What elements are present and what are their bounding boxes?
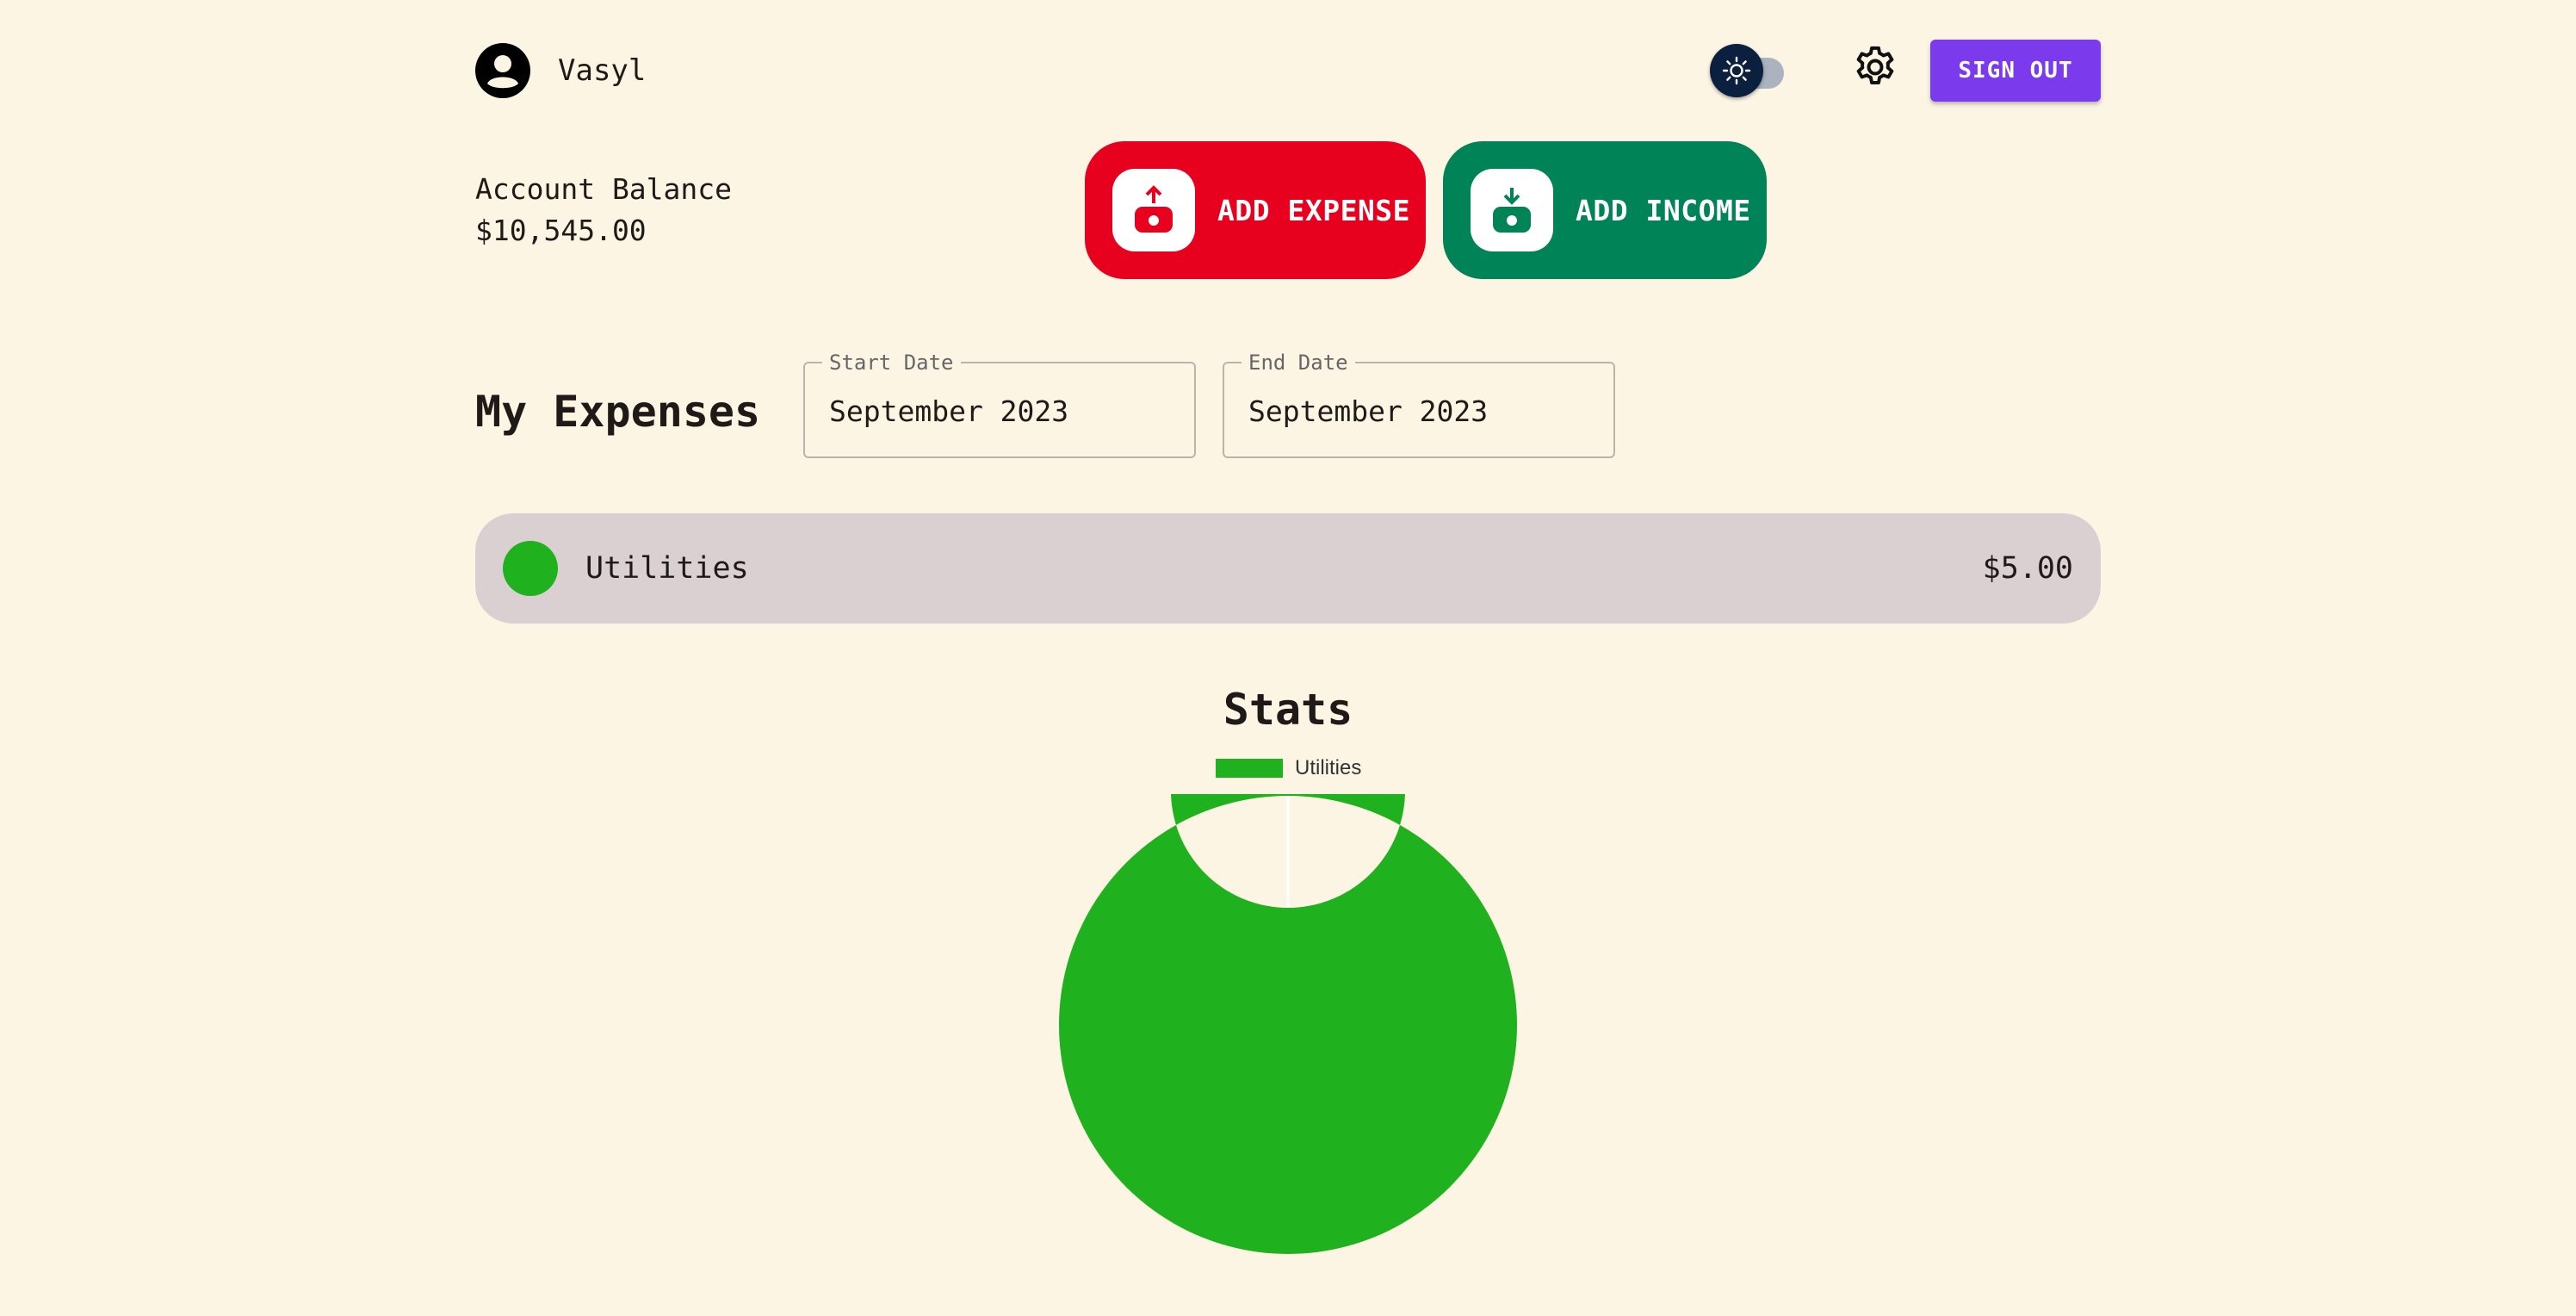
end-date-picker[interactable]: End Date September 2023 bbox=[1223, 350, 1615, 458]
start-date-label: Start Date bbox=[822, 350, 961, 376]
user-name: Vasyl bbox=[558, 53, 647, 88]
balance-label: Account Balance bbox=[475, 172, 733, 206]
expense-amount: $5.00 bbox=[1982, 551, 2073, 586]
end-date-value: September 2023 bbox=[1248, 394, 1489, 428]
toggle-knob bbox=[1710, 44, 1763, 97]
expense-list-item[interactable]: Utilities $5.00 bbox=[475, 513, 2101, 624]
user-avatar-icon bbox=[475, 43, 530, 98]
category-color-dot bbox=[503, 541, 558, 596]
chart-legend-item[interactable]: Utilities bbox=[1216, 756, 1361, 780]
start-date-value: September 2023 bbox=[829, 394, 1069, 428]
expenses-title: My Expenses bbox=[475, 387, 761, 437]
end-date-label: End Date bbox=[1242, 350, 1355, 376]
legend-swatch bbox=[1216, 759, 1283, 778]
legend-label: Utilities bbox=[1295, 756, 1362, 779]
expense-upload-icon bbox=[1112, 169, 1195, 251]
settings-gear-icon[interactable] bbox=[1851, 43, 1899, 91]
expense-category-name: Utilities bbox=[585, 551, 749, 586]
add-expense-button[interactable]: ADD EXPENSE bbox=[1085, 141, 1426, 279]
donut-chart bbox=[1059, 794, 1517, 1254]
income-download-icon bbox=[1471, 169, 1553, 251]
balance-value: $10,545.00 bbox=[475, 214, 647, 247]
sun-icon bbox=[1722, 56, 1751, 85]
stats-title: Stats bbox=[1223, 685, 1353, 735]
add-expense-label: ADD EXPENSE bbox=[1217, 193, 1411, 227]
add-income-label: ADD INCOME bbox=[1576, 193, 1751, 227]
start-date-picker[interactable]: Start Date September 2023 bbox=[803, 350, 1196, 458]
add-income-button[interactable]: ADD INCOME bbox=[1443, 141, 1767, 279]
theme-toggle[interactable] bbox=[1710, 41, 1796, 98]
sign-out-button[interactable]: SIGN OUT bbox=[1930, 40, 2101, 102]
